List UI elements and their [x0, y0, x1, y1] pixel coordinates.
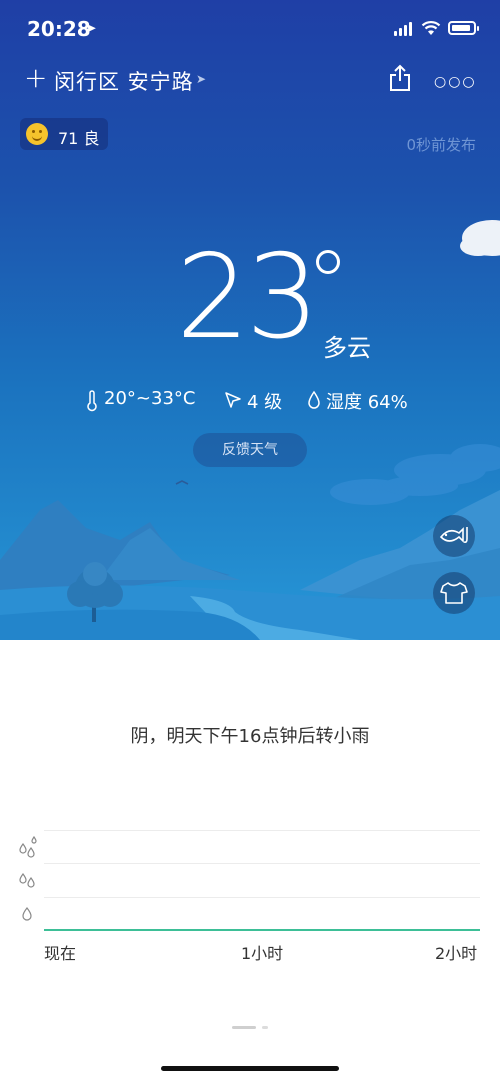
fishing-index-button[interactable]: [433, 515, 475, 557]
humidity: 湿度 64%: [326, 392, 408, 413]
weather-details: 20°~33°C 4 级 湿度 64%: [0, 388, 500, 414]
wind-direction-icon: [225, 392, 241, 408]
chart-gridline: [44, 830, 480, 831]
wifi-icon: [421, 21, 441, 35]
fish-icon: [439, 527, 468, 543]
tshirt-icon: [440, 582, 468, 604]
clothing-index-button[interactable]: [433, 572, 475, 614]
publish-time: 0秒前发布: [406, 136, 476, 154]
weather-condition: 多云: [323, 334, 371, 362]
x-label-2h: 2小时: [435, 944, 478, 963]
x-label-1h: 1小时: [241, 944, 284, 963]
home-indicator[interactable]: [161, 1066, 339, 1071]
location-services-icon: ➤: [84, 19, 97, 37]
location-title[interactable]: 闵行区 安宁路: [54, 66, 194, 96]
degree-symbol: [316, 250, 340, 274]
battery-icon: [448, 21, 479, 35]
more-options-icon[interactable]: ○○○: [434, 74, 477, 90]
precipitation-line: [44, 929, 480, 931]
share-icon[interactable]: [388, 64, 412, 92]
chart-gridline: [44, 863, 480, 864]
precipitation-forecast-text: 阴，明天下午16点钟后转小雨: [130, 726, 370, 747]
smiley-face-icon: [26, 123, 48, 145]
current-temperature: 23: [176, 230, 320, 365]
page-indicator-active: [232, 1026, 256, 1029]
status-time: 20:28: [27, 17, 91, 41]
location-arrow-icon: ➤: [196, 72, 207, 86]
humidity-drop-icon: [308, 390, 320, 409]
status-bar: 20:28 ➤: [0, 0, 500, 58]
page-indicator: [262, 1026, 268, 1029]
feedback-weather-button[interactable]: 反馈天气: [193, 433, 307, 467]
cellular-signal-icon: [394, 22, 412, 36]
navigation-bar: + 闵行区 安宁路 ➤ ○○○: [0, 60, 500, 100]
x-label-now: 现在: [44, 944, 77, 963]
heavy-rain-icon: [19, 836, 37, 858]
air-quality-badge[interactable]: 71 良: [20, 118, 108, 150]
wind-level: 4 级: [247, 392, 283, 413]
thermometer-icon: [87, 390, 97, 412]
moderate-rain-icon: [19, 872, 35, 888]
add-city-button[interactable]: +: [24, 64, 47, 92]
chart-gridline: [44, 897, 480, 898]
weather-hero: 20:28 ➤ + 闵行区 安宁路 ➤ ○○○ 71 良 0秒前发布 23 多云: [0, 0, 500, 640]
temperature-range: 20°~33°C: [104, 388, 196, 409]
aqi-value: 71 良: [58, 129, 100, 148]
light-rain-icon: [22, 907, 32, 921]
